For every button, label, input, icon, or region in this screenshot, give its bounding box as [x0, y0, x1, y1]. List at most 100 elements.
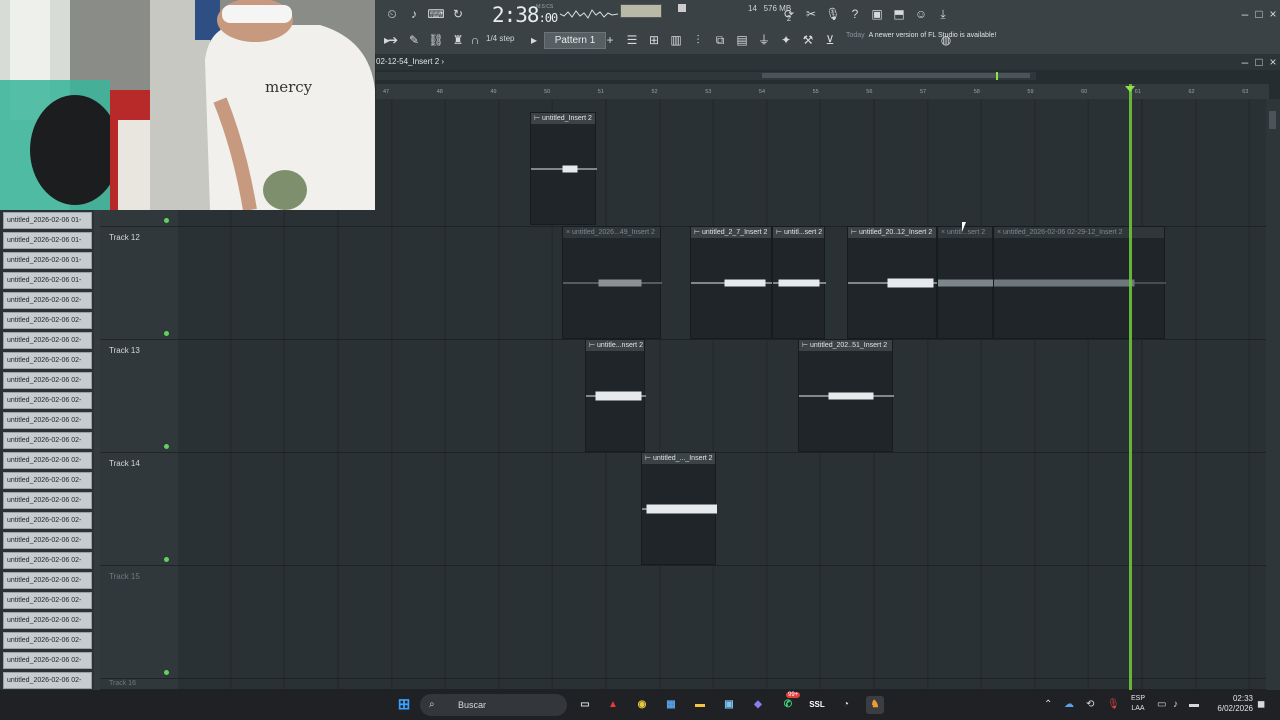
- browser-file-item[interactable]: untitled_2026-02-06 02-: [3, 452, 92, 469]
- microphone-icon[interactable]: 🎙: [824, 6, 842, 22]
- audio-clip[interactable]: ⊢ untitled_202..51_Insert 2: [798, 339, 894, 452]
- browser-file-item[interactable]: untitled_2026-02-06 02-: [3, 652, 92, 669]
- app-icon-red[interactable]: ▲: [604, 696, 622, 714]
- close-icon[interactable]: ×: [1264, 6, 1280, 22]
- cut-icon[interactable]: ✂: [802, 6, 820, 22]
- browser-file-item[interactable]: untitled_2026-02-06 02-: [3, 472, 92, 489]
- scrollbar-thumb[interactable]: [762, 73, 1030, 78]
- audio-clip[interactable]: ⊢ untitled_..._Insert 2: [641, 452, 717, 565]
- mixer-icon[interactable]: ⫶: [689, 32, 707, 48]
- metronome-icon[interactable]: ♪: [405, 6, 423, 22]
- browser-file-item[interactable]: untitled_2026-02-06 02-: [3, 372, 92, 389]
- browser-file-item[interactable]: untitled_2026-02-06 02-: [3, 672, 92, 689]
- browser-file-item[interactable]: untitled_2026-02-06 02-: [3, 492, 92, 509]
- whatsapp-icon[interactable]: ✆: [779, 696, 797, 714]
- browser-file-item[interactable]: untitled_2026-02-06 02-: [3, 612, 92, 629]
- tray-chevron-icon[interactable]: ⌃: [1044, 699, 1052, 710]
- browser-icon[interactable]: ⧉: [711, 32, 729, 48]
- download-icon[interactable]: ⤓: [934, 6, 952, 22]
- timeline-ruler[interactable]: 47 48 49 50 51 52 53 54 55 56 57 58 59 60 61 62 63: [376, 84, 1269, 99]
- audio-clip[interactable]: × untitled_2026-02-06 02-29-12_Insert 2: [993, 226, 1166, 339]
- browser-file-item[interactable]: untitled_2026-02-06 02-: [3, 552, 92, 569]
- chrome-icon[interactable]: ◉: [633, 696, 651, 714]
- audio-clip[interactable]: ⊢ untitle...nsert 2: [585, 339, 646, 452]
- browser-file-item[interactable]: untitled_2026-02-06 01-: [3, 212, 92, 229]
- playhead-line[interactable]: [1129, 84, 1132, 690]
- browser-file-item[interactable]: untitled_2026-02-06 02-: [3, 312, 92, 329]
- browser-file-item[interactable]: untitled_2026-02-06 02-: [3, 572, 92, 589]
- battery-icon[interactable]: ▬: [1189, 699, 1199, 710]
- render-icon[interactable]: ⬒: [890, 6, 908, 22]
- globe-icon[interactable]: ◍: [937, 32, 955, 48]
- microphone-tray-icon[interactable]: 🎙: [1107, 699, 1120, 710]
- taskbar-search[interactable]: Buscar: [420, 694, 567, 716]
- browser-file-item[interactable]: untitled_2026-02-06 02-: [3, 392, 92, 409]
- browser-file-item[interactable]: untitled_2026-02-06 02-: [3, 632, 92, 649]
- track-mute-led[interactable]: [164, 557, 169, 562]
- scrollbar-thumb[interactable]: [1269, 111, 1276, 129]
- photos-icon[interactable]: ▣: [720, 696, 738, 714]
- track-mute-led[interactable]: [164, 331, 169, 336]
- tempo-icon[interactable]: ⏲: [383, 6, 401, 22]
- track-lane-13[interactable]: [178, 340, 1266, 453]
- ssl-app-icon[interactable]: SSL: [808, 696, 826, 714]
- chat-icon[interactable]: ☺: [912, 6, 930, 22]
- tools-icon[interactable]: ✦: [777, 32, 795, 48]
- browser-file-item[interactable]: untitled_2026-02-06 02-: [3, 292, 92, 309]
- audio-clip[interactable]: ⊢ untitled_Insert 2: [530, 112, 597, 225]
- wrench-icon[interactable]: ⚒: [799, 32, 817, 48]
- sync-icon[interactable]: ⟲: [1086, 699, 1094, 710]
- track-mute-led[interactable]: [164, 218, 169, 223]
- news-panel[interactable]: Today A newer version of FL Studio is av…: [846, 31, 996, 40]
- fl-studio-icon[interactable]: ♞: [866, 696, 884, 714]
- store-icon[interactable]: ▦: [662, 696, 680, 714]
- browser-file-item[interactable]: untitled_2026-02-06 02-: [3, 352, 92, 369]
- add-pattern-icon[interactable]: +: [604, 32, 616, 48]
- browser-file-item[interactable]: untitled_2026-02-06 02-: [3, 432, 92, 449]
- audio-clip[interactable]: ⊢ untitled_20..12_Insert 2: [847, 226, 938, 339]
- track-header-13[interactable]: Track 13: [100, 340, 178, 453]
- language-indicator[interactable]: ESP LAA: [1129, 694, 1147, 714]
- loop-record-icon[interactable]: ↻: [449, 6, 467, 22]
- track-header-12-lane-label[interactable]: Track 12: [100, 227, 178, 340]
- browser-file-item[interactable]: untitled_2026-02-06 02-: [3, 592, 92, 609]
- onedrive-icon[interactable]: ☁: [1064, 699, 1074, 710]
- channel-rack-icon[interactable]: ▥: [667, 32, 685, 48]
- track-header-16[interactable]: Track 16: [100, 679, 178, 690]
- draw-arrow-icon[interactable]: ➔: [384, 32, 402, 48]
- browser-file-item[interactable]: untitled_2026-02-06 02-: [3, 332, 92, 349]
- volume-icon[interactable]: ♪: [1173, 699, 1178, 710]
- track-lane-16[interactable]: [178, 679, 1266, 690]
- playlist-close-icon[interactable]: ×: [1264, 54, 1280, 70]
- track-header-15[interactable]: Track 15: [100, 566, 178, 679]
- taskbar-clock[interactable]: 02:33 6/02/2026: [1205, 694, 1253, 714]
- file-explorer-icon[interactable]: ▬: [691, 696, 709, 714]
- playlist-icon[interactable]: ☰: [623, 32, 641, 48]
- browser-file-item[interactable]: untitled_2026-02-06 01-: [3, 252, 92, 269]
- notifications-icon[interactable]: ◼: [1257, 699, 1265, 710]
- save-icon[interactable]: ▣: [868, 6, 886, 22]
- windows-start-icon[interactable]: ⊞: [395, 696, 413, 714]
- browser-scrollbar[interactable]: [94, 210, 100, 690]
- link-icon[interactable]: ⛓: [427, 32, 445, 48]
- audio-clip[interactable]: ⊢ untitled_2_7_Insert 2: [690, 226, 773, 339]
- cart-icon[interactable]: ⊻: [821, 32, 839, 48]
- magnet-icon[interactable]: ∩: [470, 32, 480, 48]
- app-icon-clock[interactable]: ◔: [837, 696, 855, 714]
- track-mute-led[interactable]: [164, 444, 169, 449]
- reset-icon[interactable]: ⟳: [780, 6, 798, 22]
- browser-file-item[interactable]: untitled_2026-02-06 02-: [3, 512, 92, 529]
- browser-file-item[interactable]: untitled_2026-02-06 02-: [3, 412, 92, 429]
- horizontal-scrollbar[interactable]: [376, 72, 1036, 80]
- track-header-14[interactable]: Track 14: [100, 453, 178, 566]
- help-icon[interactable]: ?: [846, 6, 864, 22]
- pencil-icon[interactable]: ✎: [405, 32, 423, 48]
- audio-clip[interactable]: × untitled_2026...49_Insert 2: [562, 226, 662, 339]
- browser-file-item[interactable]: untitled_2026-02-06 01-: [3, 272, 92, 289]
- pattern-selector[interactable]: Pattern 1: [544, 32, 606, 49]
- plugin-icon[interactable]: ▤: [733, 32, 751, 48]
- task-view-icon[interactable]: ▭: [576, 696, 594, 714]
- pattern-prev-icon[interactable]: ▸: [528, 32, 540, 48]
- plug-icon[interactable]: ⏚: [755, 32, 773, 48]
- network-icon[interactable]: ▭: [1157, 699, 1166, 710]
